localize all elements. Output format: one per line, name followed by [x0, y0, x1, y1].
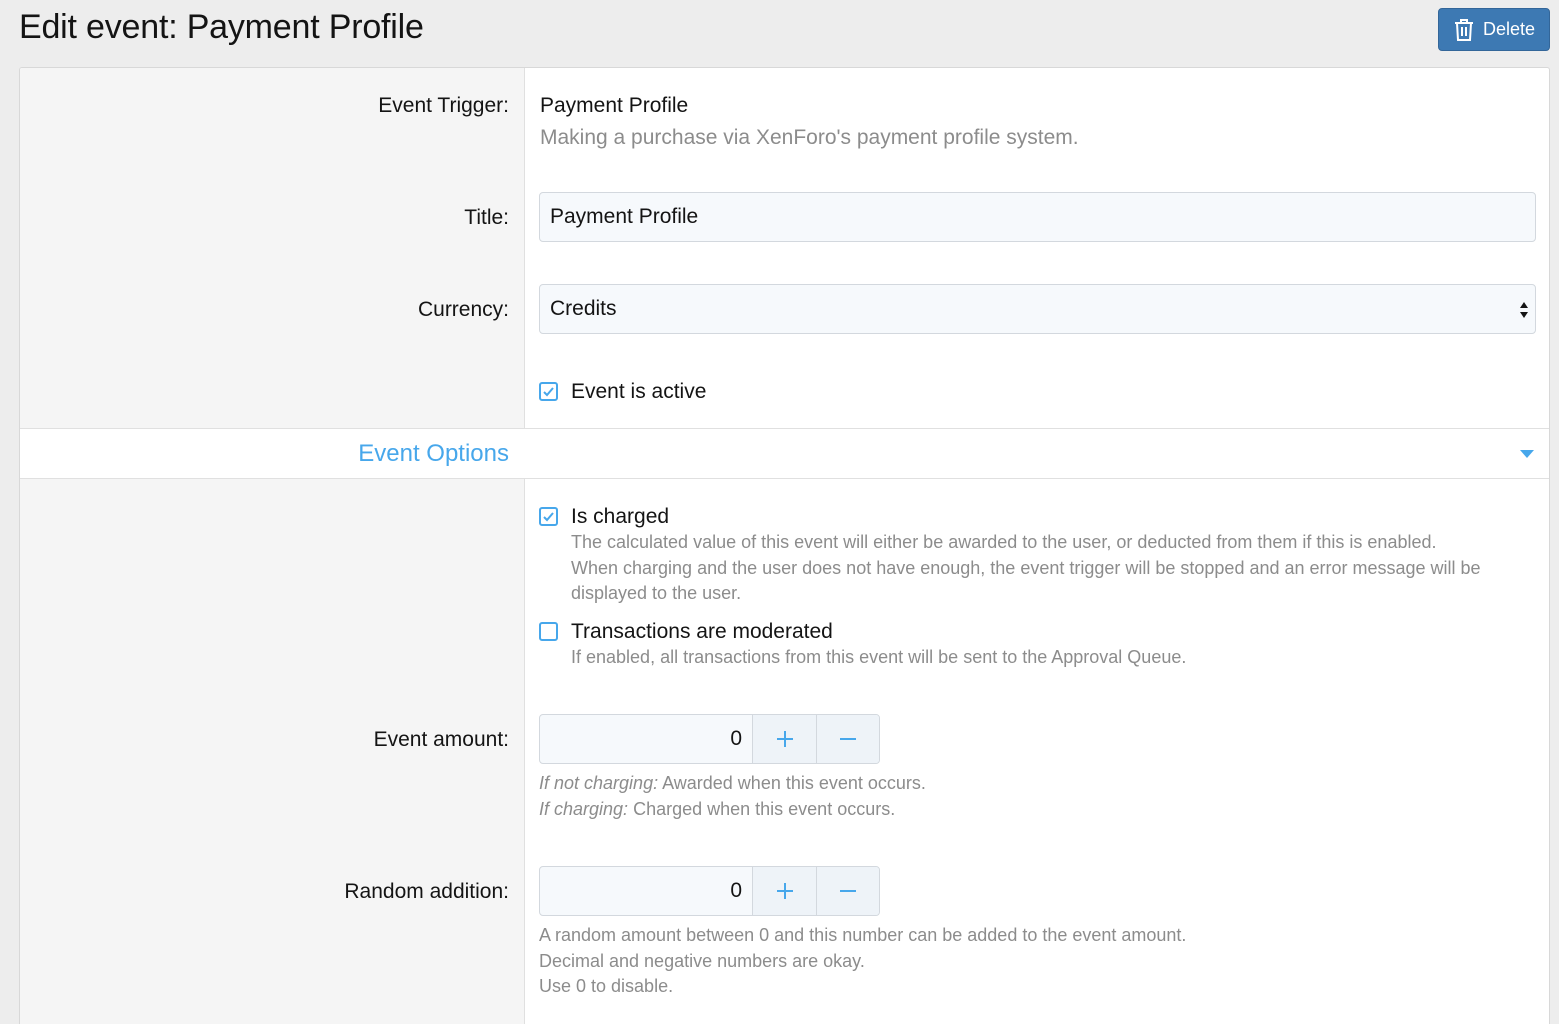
event-trigger-value: Payment Profile Making a purchase via Xe…: [540, 94, 1079, 150]
currency-select[interactable]: Credits: [539, 284, 1536, 334]
event-amount-input[interactable]: 0: [540, 715, 753, 763]
hint-emphasis: If not charging:: [539, 773, 659, 793]
currency-select-value: Credits: [550, 297, 617, 320]
minus-icon: [840, 738, 856, 740]
moderated-checkbox[interactable]: [539, 622, 558, 641]
hint-text: Charged when this event occurs.: [628, 798, 896, 819]
event-active-label[interactable]: Event is active: [571, 380, 706, 404]
delete-button[interactable]: Delete: [1438, 8, 1550, 51]
check-icon: [543, 387, 554, 397]
event-form: Event Trigger: Payment Profile Making a …: [19, 67, 1550, 1024]
event-trigger-label: Event Trigger:: [378, 94, 509, 117]
select-arrows-icon: [1520, 302, 1528, 318]
is-charged-label[interactable]: Is charged: [571, 505, 669, 529]
plus-icon: [776, 883, 793, 899]
page-title: Edit event: Payment Profile: [19, 8, 424, 46]
currency-label: Currency:: [417, 298, 509, 321]
random-addition-increment[interactable]: [753, 867, 816, 915]
hint-emphasis: If charging:: [539, 798, 629, 819]
moderated-label[interactable]: Transactions are moderated: [571, 620, 833, 644]
random-addition-stepper: 0: [539, 866, 880, 916]
random-addition-hint: A random amount between 0 and this numbe…: [539, 923, 1186, 1000]
check-icon: [543, 512, 554, 522]
title-input-value: Payment Profile: [550, 205, 699, 228]
event-amount-stepper: 0: [539, 714, 880, 764]
is-charged-hint-line: When charging and the user does not have…: [571, 557, 1481, 578]
random-addition-label: Random addition:: [344, 880, 509, 903]
random-addition-decrement[interactable]: [816, 867, 879, 915]
random-hint-line: Decimal and negative numbers are okay.: [539, 950, 865, 971]
event-amount-label: Event amount:: [373, 728, 509, 751]
plus-icon: [776, 731, 793, 747]
is-charged-hint-line: displayed to the user.: [571, 583, 742, 603]
title-label: Title:: [464, 206, 509, 229]
trigger-name: Payment Profile: [540, 94, 689, 117]
random-addition-input[interactable]: 0: [540, 867, 753, 915]
random-hint-line: Use 0 to disable.: [539, 976, 674, 996]
event-amount-increment[interactable]: [753, 715, 816, 763]
event-amount-hint: If not charging: Awarded when this event…: [539, 771, 926, 822]
is-charged-checkbox[interactable]: [539, 507, 558, 526]
delete-button-label: Delete: [1482, 19, 1536, 39]
trigger-description: Making a purchase via XenForo's payment …: [540, 126, 1079, 149]
trash-icon: [1454, 18, 1473, 41]
title-input[interactable]: Payment Profile: [539, 192, 1536, 242]
hint-text: Awarded when this event occurs.: [658, 773, 926, 793]
moderated-hint: If enabled, all transactions from this e…: [571, 647, 1187, 667]
random-hint-line: A random amount between 0 and this numbe…: [539, 925, 1187, 945]
is-charged-hint-line: The calculated value of this event will …: [571, 532, 1437, 552]
event-options-section[interactable]: Event Options: [20, 428, 1549, 479]
caret-down-icon[interactable]: [1519, 449, 1535, 459]
event-amount-decrement[interactable]: [816, 715, 879, 763]
minus-icon: [840, 890, 856, 892]
event-options-title[interactable]: Event Options: [358, 440, 509, 468]
is-charged-hint: The calculated value of this event will …: [571, 530, 1481, 607]
event-active-checkbox[interactable]: [539, 382, 558, 401]
